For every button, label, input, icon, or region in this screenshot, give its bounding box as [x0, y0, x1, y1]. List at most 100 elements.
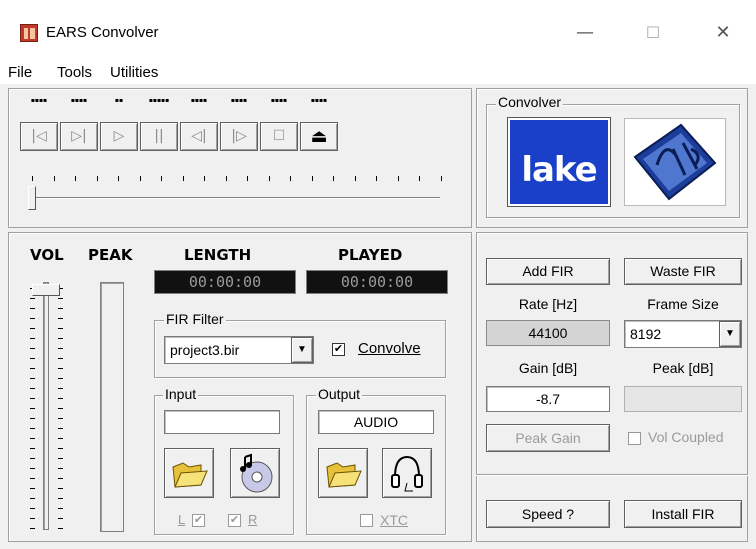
lake-logo-text: lake [521, 150, 597, 190]
skip-forward-button[interactable]: ▷| [60, 122, 98, 151]
position-slider[interactable] [20, 176, 442, 216]
menu-file[interactable]: File [8, 64, 32, 81]
output-field[interactable]: AUDIO [318, 410, 434, 434]
skip-back-button[interactable]: |◁ [20, 122, 58, 151]
length-label: LENGTH [184, 246, 252, 264]
menu-tools[interactable]: Tools [57, 64, 92, 81]
input-l-checkbox[interactable]: ✔ [192, 514, 205, 527]
add-fir-button[interactable]: Add FIR [486, 258, 610, 285]
position-tick [247, 176, 248, 181]
input-r-text: R [248, 512, 258, 527]
volume-slider[interactable] [28, 280, 90, 532]
volume-tick [58, 368, 63, 369]
position-tick [161, 176, 162, 181]
volume-track [43, 282, 49, 530]
volume-tick [30, 368, 35, 369]
volume-thumb[interactable] [32, 284, 60, 296]
app-icon[interactable] [20, 24, 38, 42]
volume-tick [58, 298, 63, 299]
position-track [30, 197, 440, 199]
frame-size-label: Frame Size [647, 296, 719, 312]
headphones-icon [391, 455, 423, 492]
eject-button[interactable]: ⏏ [300, 122, 338, 151]
position-tick [225, 176, 227, 181]
speed-button[interactable]: Speed ? [486, 500, 610, 528]
maximize-button[interactable]: ☐ [630, 18, 676, 48]
position-tick [440, 176, 442, 181]
volume-tick [58, 338, 63, 339]
input-open-folder-button[interactable] [164, 448, 214, 498]
position-tick [75, 176, 76, 181]
pause-button[interactable]: || [140, 122, 178, 151]
position-tick [311, 176, 313, 181]
menu-utilities[interactable]: Utilities [110, 64, 158, 81]
volume-tick [58, 448, 63, 449]
position-tick [53, 176, 55, 181]
gain-input[interactable]: -8.7 [486, 386, 610, 412]
input-r-checkbox[interactable]: ✔ [228, 514, 241, 527]
volume-tick [30, 308, 35, 309]
volume-tick [30, 438, 35, 439]
lake-logo-button[interactable]: lake [507, 117, 611, 207]
position-tick [118, 176, 119, 181]
fir-filter-select[interactable]: project3.bir ▼ [164, 336, 314, 364]
peak-meter-label: PEAK [88, 246, 133, 264]
volume-tick [30, 458, 35, 459]
xtc-checkbox[interactable] [360, 514, 373, 527]
volume-tick [30, 328, 35, 329]
convolve-label: Convolve [358, 340, 421, 357]
volume-tick [30, 408, 35, 409]
output-headphones-button[interactable] [382, 448, 432, 498]
volume-tick [58, 498, 63, 499]
frame-size-select[interactable]: 8192 ▼ [624, 320, 742, 348]
volume-tick [58, 428, 63, 429]
fast-forward-button[interactable]: |▷ [220, 122, 258, 151]
vol-coupled-checkbox[interactable] [628, 432, 641, 445]
fir-filter-value: project3.bir [170, 342, 240, 358]
vol-coupled-label: Vol Coupled [648, 429, 724, 445]
volume-tick [58, 308, 63, 309]
volume-tick [58, 348, 63, 349]
fast-forward-label: ▪▪▪▪ [230, 97, 248, 104]
install-fir-button[interactable]: Install FIR [624, 500, 742, 528]
volume-tick [58, 438, 63, 439]
gain-label: Gain [dB] [518, 360, 578, 376]
ears-logo-button[interactable] [624, 118, 726, 206]
input-cd-button[interactable] [230, 448, 280, 498]
peak-meter-bar [100, 282, 124, 532]
chevron-down-icon[interactable]: ▼ [719, 321, 741, 347]
position-tick [333, 176, 334, 181]
input-field[interactable] [164, 410, 280, 434]
position-tick [139, 176, 141, 181]
xtc-text: XTC [380, 512, 408, 528]
peak-gain-text: Peak Gain [515, 430, 581, 446]
position-tick [397, 176, 399, 181]
output-open-folder-button[interactable] [318, 448, 368, 498]
position-tick [268, 176, 270, 181]
waste-fir-button[interactable]: Waste FIR [624, 258, 742, 285]
peak-db-label: Peak [dB] [652, 360, 714, 376]
close-button[interactable]: ✕ [700, 18, 746, 48]
input-l-label: L [178, 512, 185, 527]
controls-divider [476, 474, 748, 476]
volume-tick [30, 488, 35, 489]
cd-music-icon [240, 453, 273, 493]
convolver-group-label: Convolver [496, 94, 564, 110]
play-button[interactable]: ▷ [100, 122, 138, 151]
played-label: PLAYED [338, 246, 403, 264]
volume-tick [58, 398, 63, 399]
position-tick [376, 176, 377, 181]
title-bar: EARS Convolver — ☐ ✕ [0, 0, 756, 60]
stop-button[interactable]: ☐ [260, 122, 298, 151]
position-thumb[interactable] [28, 186, 36, 210]
length-display: 00:00:00 [154, 270, 296, 294]
peak-db-field [624, 386, 742, 412]
convolve-checkbox[interactable]: ✔ [332, 343, 345, 356]
rewind-button[interactable]: ◁| [180, 122, 218, 151]
volume-tick [58, 478, 63, 479]
peak-gain-button[interactable]: Peak Gain [486, 424, 610, 452]
volume-tick [30, 418, 35, 419]
chevron-down-icon[interactable]: ▼ [291, 337, 313, 363]
minimize-button[interactable]: — [562, 18, 608, 48]
window-title: EARS Convolver [46, 24, 159, 41]
